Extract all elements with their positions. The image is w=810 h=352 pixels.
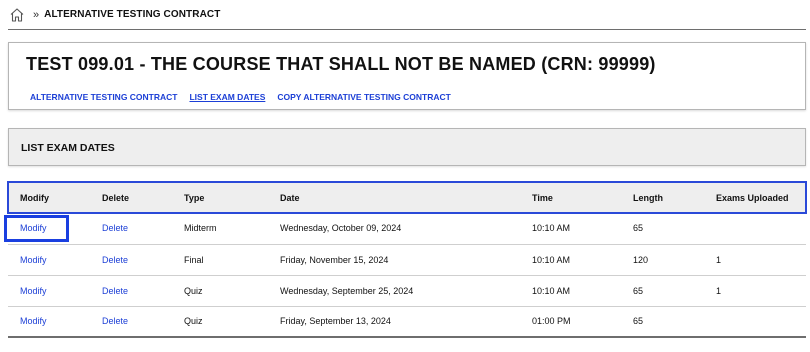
- modify-link[interactable]: Modify: [20, 286, 47, 296]
- exam-type: Final: [172, 244, 268, 276]
- delete-link[interactable]: Delete: [102, 255, 128, 265]
- exam-length: 65: [621, 213, 704, 245]
- page-title: TEST 099.01 - THE COURSE THAT SHALL NOT …: [26, 54, 656, 74]
- exam-date: Friday, November 15, 2024: [268, 244, 520, 276]
- breadcrumb-separator: »: [33, 8, 40, 21]
- exams-uploaded: 1: [704, 275, 806, 307]
- exam-length: 65: [621, 306, 704, 338]
- delete-link[interactable]: Delete: [102, 223, 128, 233]
- exams-uploaded: [704, 306, 806, 338]
- delete-link[interactable]: Delete: [102, 316, 128, 326]
- column-header: Exams Uploaded: [716, 192, 789, 203]
- table-row: Modify Delete Final Friday, November 15,…: [8, 244, 806, 276]
- exam-type: Midterm: [172, 213, 268, 245]
- column-header: Modify: [20, 192, 49, 203]
- link-list-exam-dates[interactable]: LIST EXAM DATES: [189, 92, 265, 102]
- link-alternative-testing-contract[interactable]: ALTERNATIVE TESTING CONTRACT: [30, 92, 177, 102]
- column-header: Date: [280, 192, 300, 203]
- modify-link[interactable]: Modify: [20, 255, 47, 265]
- exam-time: 01:00 PM: [520, 306, 621, 338]
- exam-section-header: LIST EXAM DATES: [8, 128, 806, 166]
- modify-link[interactable]: Modify: [20, 223, 47, 233]
- table-row: Modify Delete Quiz Friday, September 13,…: [8, 306, 806, 338]
- course-panel: TEST 099.01 - THE COURSE THAT SHALL NOT …: [8, 42, 806, 110]
- exam-date: Wednesday, September 25, 2024: [268, 275, 520, 307]
- exams-uploaded: [704, 213, 806, 245]
- exam-time: 10:10 AM: [520, 244, 621, 276]
- exam-dates-table: Modify Delete Type Date Time Length Exam…: [7, 181, 807, 338]
- exam-time: 10:10 AM: [520, 213, 621, 245]
- exam-length: 120: [621, 244, 704, 276]
- exam-date: Friday, September 13, 2024: [268, 306, 520, 338]
- exam-type: Quiz: [172, 275, 268, 307]
- breadcrumb-current: ALTERNATIVE TESTING CONTRACT: [44, 9, 221, 20]
- home-icon[interactable]: [9, 7, 25, 23]
- section-title: LIST EXAM DATES: [21, 142, 115, 154]
- modify-link[interactable]: Modify: [20, 316, 47, 326]
- table-row: Modify Delete Midterm Wednesday, October…: [8, 213, 806, 245]
- column-header: Type: [184, 192, 205, 203]
- course-nav: ALTERNATIVE TESTING CONTRACT LIST EXAM D…: [30, 92, 463, 102]
- column-header: Time: [532, 192, 553, 203]
- breadcrumb: » ALTERNATIVE TESTING CONTRACT: [8, 0, 806, 30]
- exam-length: 65: [621, 275, 704, 307]
- table-row: Modify Delete Quiz Wednesday, September …: [8, 275, 806, 307]
- column-header: Length: [633, 192, 663, 203]
- delete-link[interactable]: Delete: [102, 286, 128, 296]
- column-header: Delete: [102, 192, 130, 203]
- table-header-row: Modify Delete Type Date Time Length Exam…: [8, 182, 806, 213]
- exam-type: Quiz: [172, 306, 268, 338]
- link-copy-alternative-testing-contract[interactable]: COPY ALTERNATIVE TESTING CONTRACT: [277, 92, 450, 102]
- exam-date: Wednesday, October 09, 2024: [268, 213, 520, 245]
- exams-uploaded: 1: [704, 244, 806, 276]
- exam-time: 10:10 AM: [520, 275, 621, 307]
